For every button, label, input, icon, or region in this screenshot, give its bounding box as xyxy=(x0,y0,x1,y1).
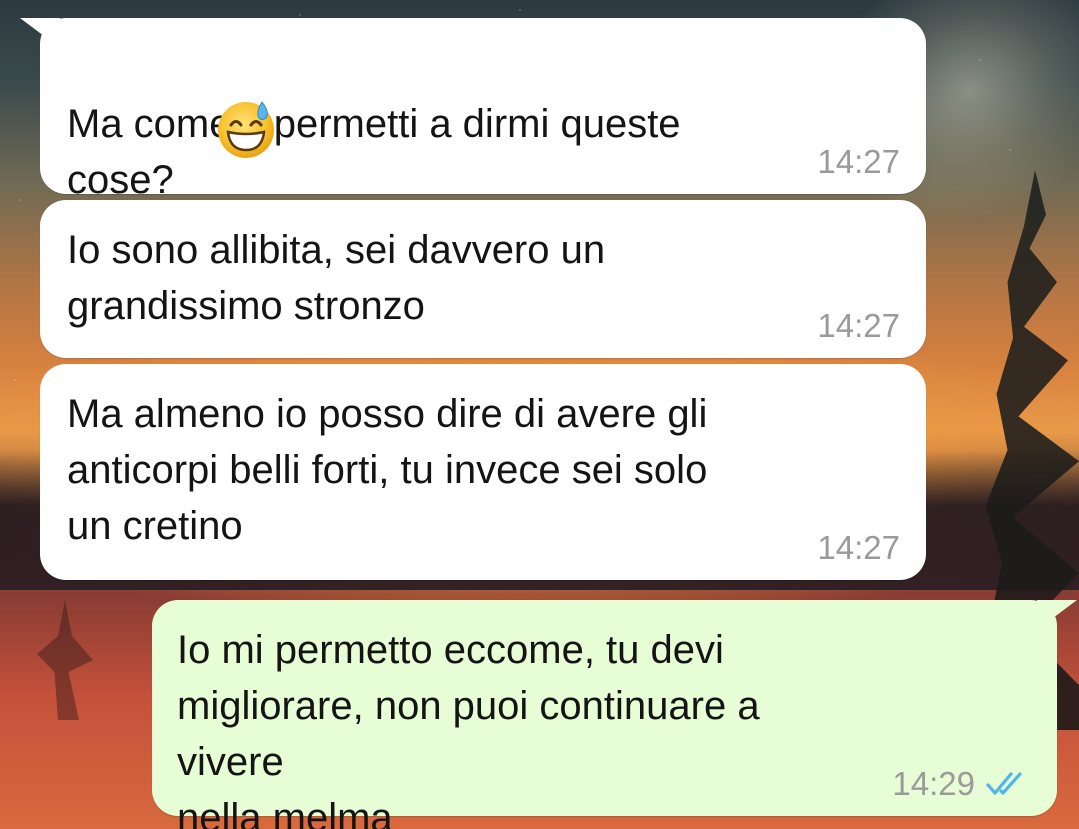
message-meta: 14:27 xyxy=(817,528,900,568)
message-bubble-incoming[interactable]: Ma come ti permetti a dirmi queste cose?… xyxy=(20,18,926,202)
message-time: 14:27 xyxy=(817,307,900,344)
message-time: 14:29 xyxy=(892,765,975,802)
bubble-tail xyxy=(20,18,60,48)
message-bubble-outgoing[interactable]: Io mi permetto eccome, tu devi migliorar… xyxy=(152,600,1077,829)
message-time: 14:27 xyxy=(817,143,900,180)
message-meta: 14:27 xyxy=(817,142,900,182)
message-bubble-incoming[interactable]: Ma almeno io posso dire di avere gli ant… xyxy=(40,364,926,580)
double-check-read-icon xyxy=(986,772,1022,795)
message-meta: 14:27 xyxy=(817,306,900,346)
message-text: Ma almeno io posso dire di avere gli ant… xyxy=(67,392,708,548)
chat-messages[interactable]: Ma come ti permetti a dirmi queste cose?… xyxy=(0,0,1079,829)
message-meta: 14:29 xyxy=(892,764,1031,804)
message-time: 14:27 xyxy=(817,529,900,566)
message-text: Ma come ti permetti a dirmi queste cose? xyxy=(67,40,776,208)
message-bubble-incoming[interactable]: Io sono allibita, sei davvero un grandis… xyxy=(40,200,926,358)
message-text: Io sono allibita, sei davvero un grandis… xyxy=(67,228,606,328)
grinning-face-with-sweat-icon xyxy=(218,101,274,158)
message-text-content: Ma come ti permetti a dirmi queste cose? xyxy=(67,102,681,202)
message-text: Io mi permetto eccome, tu devi migliorar… xyxy=(177,628,760,829)
bubble-tail xyxy=(1037,600,1077,630)
